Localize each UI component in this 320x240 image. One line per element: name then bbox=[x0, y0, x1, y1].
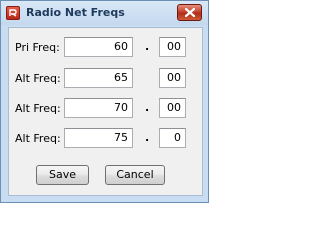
cancel-button[interactable]: Cancel bbox=[105, 165, 165, 185]
window-title: Radio Net Freqs bbox=[26, 6, 125, 19]
close-button[interactable] bbox=[177, 4, 202, 21]
decimal-separator: . bbox=[145, 131, 150, 144]
pri-freq-label: Pri Freq: bbox=[15, 41, 60, 54]
alt-freq-1-whole-input[interactable]: 65 bbox=[64, 68, 133, 88]
alt-freq-1-label: Alt Freq: bbox=[15, 72, 61, 85]
alt-freq-2-label: Alt Freq: bbox=[15, 102, 61, 115]
decimal-separator: . bbox=[145, 40, 150, 53]
decimal-separator: . bbox=[145, 101, 150, 114]
app-icon bbox=[6, 6, 20, 20]
save-button[interactable]: Save bbox=[36, 165, 89, 185]
close-icon bbox=[185, 8, 195, 17]
alt-freq-3-label: Alt Freq: bbox=[15, 132, 61, 145]
dialog-body: Pri Freq: 60 . 00 Alt Freq: 65 00 Alt Fr… bbox=[8, 27, 203, 196]
dialog-window: Radio Net Freqs Pri Freq: 60 . 00 Alt Fr… bbox=[0, 0, 209, 203]
pri-freq-fraction-input[interactable]: 00 bbox=[159, 37, 186, 57]
alt-freq-3-whole-input[interactable]: 75 bbox=[64, 128, 133, 148]
alt-freq-3-fraction-input[interactable]: 0 bbox=[159, 128, 186, 148]
title-bar[interactable]: Radio Net Freqs bbox=[1, 1, 208, 25]
alt-freq-2-fraction-input[interactable]: 00 bbox=[159, 98, 186, 118]
alt-freq-1-fraction-input[interactable]: 00 bbox=[159, 68, 186, 88]
pri-freq-whole-input[interactable]: 60 bbox=[64, 37, 133, 57]
alt-freq-2-whole-input[interactable]: 70 bbox=[64, 98, 133, 118]
